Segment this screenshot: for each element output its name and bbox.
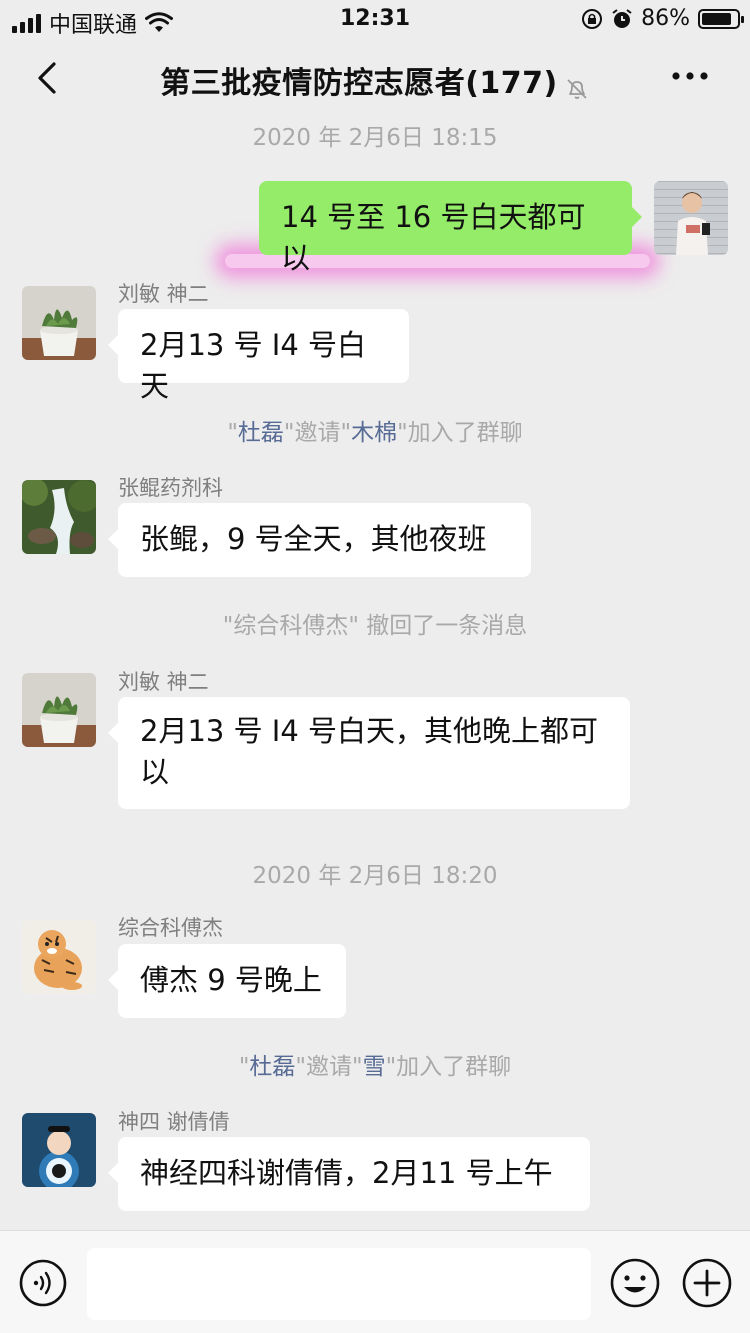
- system-text: "加入了群聊: [385, 1054, 512, 1080]
- system-text: "加入了群聊: [397, 420, 523, 446]
- input-bar: [0, 1230, 750, 1333]
- system-link-name[interactable]: 雪: [363, 1054, 386, 1080]
- plus-icon[interactable]: [681, 1257, 733, 1309]
- battery-icon: [698, 8, 744, 29]
- cartoon-avatar-image: [22, 1113, 96, 1187]
- header-title-wrap: 第三批疫情防控志愿者(177): [0, 58, 750, 102]
- system-text: "邀请": [295, 1054, 363, 1080]
- system-text: "邀请": [283, 420, 352, 446]
- avatar-cartoon[interactable]: [22, 1113, 96, 1187]
- system-text: ": [238, 1054, 250, 1080]
- avatar-succulent-plant[interactable]: [22, 673, 96, 747]
- avatar-boy-photo[interactable]: [654, 181, 728, 255]
- message-bubble-incoming[interactable]: 2月13 号 I4 号白天: [108, 309, 409, 403]
- message-bubble-incoming[interactable]: 2月13 号 I4 号白天，其他晚上都可以: [108, 697, 630, 809]
- system-link-name[interactable]: 木棉: [351, 420, 397, 446]
- system-message-invite: "杜磊"邀请"木棉"加入了群聊: [0, 413, 750, 447]
- message-bubble-incoming[interactable]: 张鲲，9 号全天，其他夜班: [108, 503, 531, 577]
- succulent-plant-image: [22, 286, 96, 360]
- sender-name: 张鲲药剂科: [118, 476, 223, 500]
- sender-name: 刘敏 神二: [118, 670, 209, 694]
- avatar-succulent-plant[interactable]: [22, 286, 96, 360]
- sender-name: 神四 谢倩倩: [118, 1110, 230, 1134]
- system-message-recall: "综合科傅杰" 撤回了一条消息: [222, 613, 528, 639]
- more-icon[interactable]: [670, 66, 710, 86]
- emoji-icon[interactable]: [609, 1257, 661, 1309]
- tiger-drawing-image: [22, 920, 96, 994]
- lock-rotation-icon: [582, 8, 603, 29]
- message-bubble-outgoing[interactable]: 14 号至 16 号白天都可以: [259, 181, 642, 275]
- boy-photo-image: [654, 181, 728, 255]
- system-message-invite: "杜磊"邀请"雪"加入了群聊: [0, 1047, 750, 1081]
- chat-title: 第三批疫情防控志愿者(177): [160, 66, 558, 101]
- message-bubble-incoming[interactable]: 神经四科谢倩倩，2月11 号上午: [108, 1137, 590, 1211]
- system-link-name[interactable]: 杜磊: [238, 420, 284, 446]
- mute-icon: [567, 78, 587, 99]
- alarm-icon: [612, 8, 632, 28]
- avatar-waterfall-photo[interactable]: [22, 480, 96, 554]
- status-bar-right: 86%: [581, 6, 744, 31]
- battery-fill: [702, 12, 732, 25]
- message-bubble-incoming[interactable]: 傅杰 9 号晚上: [108, 944, 346, 1018]
- waterfall-photo-image: [22, 480, 96, 554]
- sender-name: 综合科傅杰: [118, 916, 223, 940]
- system-text: ": [227, 420, 238, 446]
- message-input[interactable]: [87, 1248, 591, 1320]
- battery-percent: 86%: [641, 6, 690, 31]
- voice-icon[interactable]: [18, 1258, 68, 1308]
- chat-header: 第三批疫情防控志愿者(177): [0, 40, 750, 115]
- timestamp: 2020 年 2月6日 18:15: [252, 125, 498, 151]
- status-bar: 中国联通 12:31 86%: [0, 0, 750, 40]
- succulent-plant-image: [22, 673, 96, 747]
- sender-name: 刘敏 神二: [118, 282, 209, 306]
- timestamp: 2020 年 2月6日 18:20: [252, 863, 498, 889]
- avatar-tiger-drawing[interactable]: [22, 920, 96, 994]
- system-link-name[interactable]: 杜磊: [249, 1054, 295, 1080]
- chat-area[interactable]: 2020 年 2月6日 18:15 14 号至 16 号白天都可以 刘敏 神二 …: [0, 115, 750, 1230]
